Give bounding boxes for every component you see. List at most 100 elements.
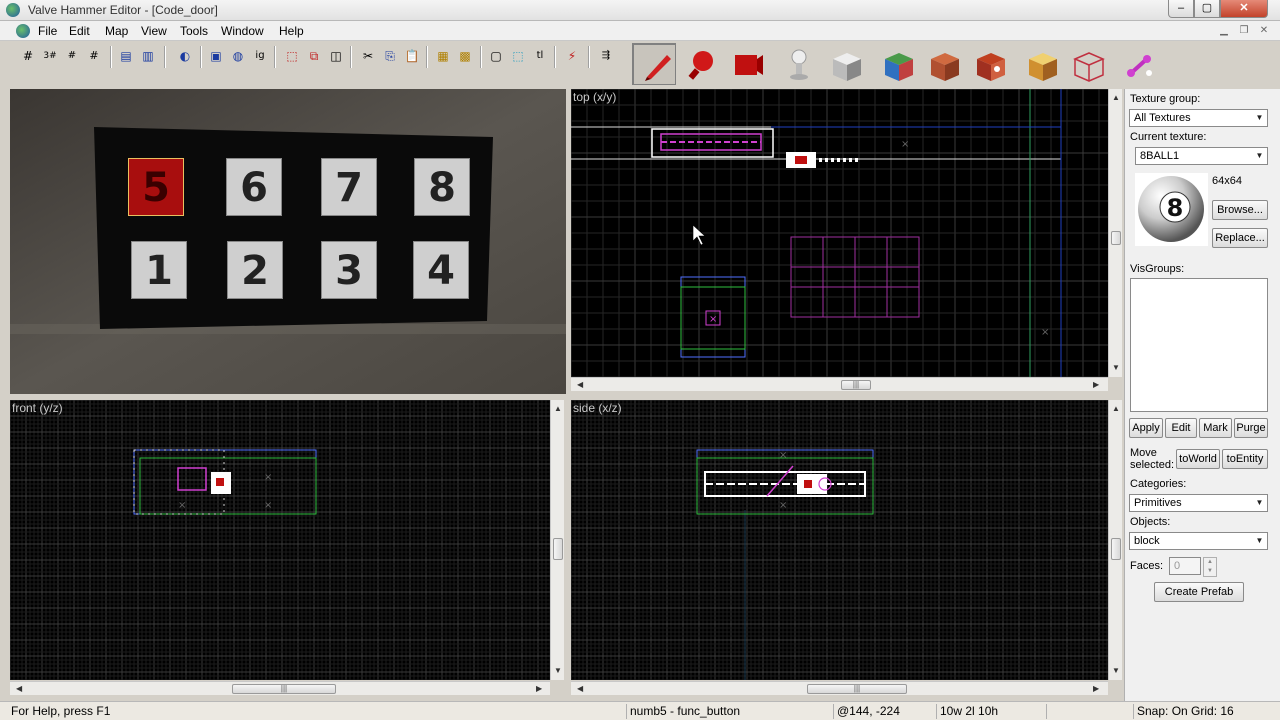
menu-file[interactable]: File (38, 24, 57, 38)
camera-tool-button[interactable] (724, 43, 768, 85)
show-hidden-icon[interactable]: ▩ (455, 46, 475, 66)
categories-select[interactable]: Primitives ▼ (1129, 494, 1268, 512)
chevron-down-icon[interactable]: ▼ (1253, 534, 1266, 548)
grid-toggle-icon[interactable]: # (18, 46, 38, 66)
selection-tool-button[interactable] (632, 43, 676, 85)
hide-selected-icon[interactable]: ▣ (206, 46, 226, 66)
main-toolbar: # 3# # # ▤ ▥ ◐ ▣ ◍ ig ⬚ ⧉ ◫ ✂ ⎘ 📋 ▦ ▩ ▢ … (10, 44, 620, 70)
camera-3d-viewport[interactable]: 5678 1234 (10, 89, 566, 394)
menu-tools[interactable]: Tools (180, 24, 208, 38)
cut-icon[interactable]: ✂ (358, 46, 378, 66)
select-icon[interactable]: ⬚ (282, 46, 302, 66)
current-texture-select[interactable]: 8BALL1 ▼ (1135, 147, 1268, 165)
chevron-down-icon[interactable]: ▼ (1253, 496, 1266, 510)
ignore-groups-icon[interactable]: ig (250, 46, 270, 66)
minimize-button[interactable]: ‒ (1168, 0, 1194, 18)
front-yz-viewport[interactable]: front (y/z) × × × (10, 400, 550, 680)
toolbar-options-icon[interactable]: ⇶ (596, 46, 616, 66)
hammer-app-icon (6, 3, 20, 17)
keypad-button-4: 4 (413, 241, 469, 299)
menu-view[interactable]: View (141, 24, 167, 38)
side-view-vscroll[interactable]: ▲ ▼ (1108, 400, 1122, 680)
carve-icon[interactable]: ◐ (175, 46, 195, 66)
faces-input[interactable]: 0 (1169, 557, 1201, 575)
status-dimensions: 10w 2l 10h (936, 704, 998, 719)
mdi-minimize-button[interactable]: ▁ (1216, 24, 1232, 38)
texture-application-tool-button[interactable] (874, 43, 918, 85)
texture-lock-toggle-icon[interactable]: tl (530, 46, 550, 66)
categories-label: Categories: (1130, 478, 1187, 490)
apply-button[interactable]: Apply (1129, 418, 1163, 438)
camera-scene (10, 89, 566, 394)
to-world-button[interactable]: toWorld (1176, 449, 1220, 469)
bounding-box-icon[interactable]: ▢ (486, 46, 506, 66)
status-spacer (1046, 704, 1126, 719)
front-view-vscroll[interactable]: ▲ ▼ (550, 400, 564, 680)
maximize-button[interactable]: ▢ (1194, 0, 1220, 18)
edit-button[interactable]: Edit (1165, 418, 1197, 438)
to-entity-button[interactable]: toEntity (1222, 449, 1268, 469)
path-icon (1127, 55, 1152, 77)
texture-object-panel: Texture group: All Textures ▼ Current te… (1124, 89, 1280, 701)
toolbar-separator (554, 46, 556, 68)
mark-button[interactable]: Mark (1199, 418, 1232, 438)
top-xy-viewport[interactable]: top (x/y) × × × (571, 89, 1108, 377)
objects-select[interactable]: block ▼ (1129, 532, 1268, 550)
hide-items-icon[interactable]: ▦ (433, 46, 453, 66)
magnify-icon (688, 51, 713, 80)
chevron-down-icon[interactable]: ▼ (1253, 111, 1266, 125)
top-view-vscroll[interactable]: ▲ ▼ (1108, 89, 1122, 377)
svg-text:×: × (264, 472, 272, 483)
toolbar-separator (588, 46, 590, 68)
entity-tool-button[interactable] (776, 43, 820, 85)
toolbar-separator (350, 46, 352, 68)
snap-icon[interactable]: ⬚ (508, 46, 528, 66)
faces-spinner[interactable]: ▲ ▼ (1203, 557, 1217, 577)
objects-value: block (1134, 535, 1160, 547)
ungroup-icon[interactable]: ▥ (138, 46, 158, 66)
copy-icon[interactable]: ⎘ (380, 46, 400, 66)
block-tool-button[interactable] (822, 43, 866, 85)
visgroups-list[interactable] (1130, 278, 1268, 412)
path-tool-button[interactable] (1116, 43, 1160, 85)
menu-window[interactable]: Window (221, 24, 264, 38)
document-icon[interactable] (16, 24, 30, 38)
browse-button[interactable]: Browse... (1212, 200, 1268, 220)
front-view-hscroll[interactable]: ◀ ||| ▶ (10, 681, 550, 695)
side-view-hscroll[interactable]: ◀ ||| ▶ (571, 681, 1108, 695)
close-button[interactable]: ✕ (1220, 0, 1268, 18)
larger-grid-icon[interactable]: # (84, 46, 104, 66)
menu-help[interactable]: Help (279, 24, 304, 38)
clipping-tool-button[interactable] (1018, 43, 1062, 85)
vertex-tool-button[interactable] (1064, 43, 1108, 85)
texture-group-select[interactable]: All Textures ▼ (1129, 109, 1268, 127)
eight-ball-texture-icon: 8 (1138, 176, 1204, 242)
create-prefab-button[interactable]: Create Prefab (1154, 582, 1244, 602)
keypad-button-5: 5 (128, 158, 184, 216)
smaller-grid-icon[interactable]: # (62, 46, 82, 66)
top-view-hscroll[interactable]: ◀ ||| ▶ (571, 377, 1108, 391)
replace-button[interactable]: Replace... (1212, 228, 1268, 248)
magnify-tool-button[interactable] (678, 43, 722, 85)
cube-outline-icon[interactable]: ◫ (326, 46, 346, 66)
menu-map[interactable]: Map (105, 24, 128, 38)
group-icon[interactable]: ▤ (116, 46, 136, 66)
3d-grid-icon[interactable]: 3# (40, 46, 60, 66)
decal-tool-button[interactable] (966, 43, 1010, 85)
paste-icon[interactable]: 📋 (402, 46, 422, 66)
chevron-down-icon[interactable]: ▼ (1253, 149, 1266, 163)
clone-icon[interactable]: ⧉ (304, 46, 324, 66)
texture-size-label: 64x64 (1212, 175, 1242, 187)
viewport-label-top: top (x/y) (573, 90, 617, 104)
mdi-restore-button[interactable]: ❐ (1236, 24, 1252, 38)
mdi-close-button[interactable]: ✕ (1256, 24, 1272, 38)
title-bar: Valve Hammer Editor - [Code_door] ‒ ▢ ✕ (0, 0, 1280, 21)
side-xz-viewport[interactable]: side (x/z) × × (571, 400, 1108, 680)
purge-button[interactable]: Purge (1234, 418, 1268, 438)
menu-edit[interactable]: Edit (69, 24, 90, 38)
entity-icon (790, 49, 808, 80)
texture-lock-icon[interactable]: ◍ (228, 46, 248, 66)
apply-current-texture-button[interactable] (920, 43, 964, 85)
keypad-button-6: 6 (226, 158, 282, 216)
run-map-icon[interactable]: ⚡ (562, 46, 582, 66)
